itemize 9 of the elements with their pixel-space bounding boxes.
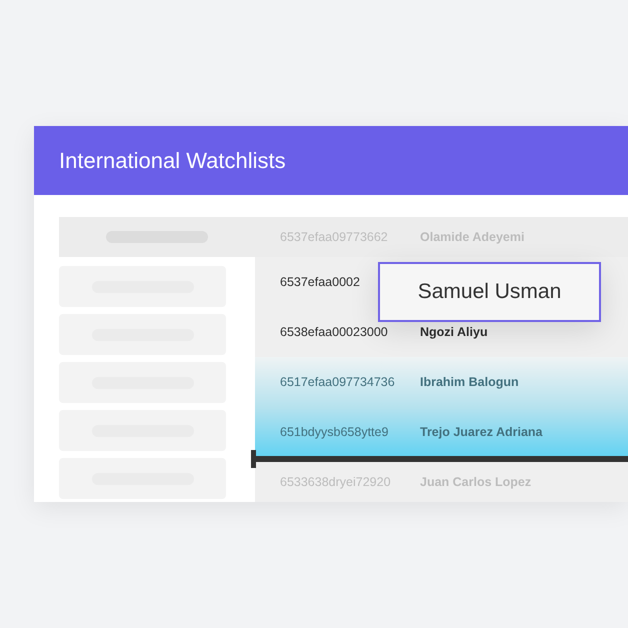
id-cell-text: 651bdyysb658ytte9 xyxy=(279,424,390,441)
window-title: International Watchlists xyxy=(34,126,628,195)
id-cell-text: 6538efaa00023000 xyxy=(279,324,389,341)
name-cell-text: Trejo Juarez Adriana xyxy=(420,424,542,441)
id-cell-text: 6537efaa0002 xyxy=(279,274,361,291)
name-cell-text: Ibrahim Balogun xyxy=(420,374,519,391)
name-tooltip: Samuel Usman xyxy=(378,262,601,322)
name-cell-text: Ngozi Aliyu xyxy=(420,324,488,341)
id-cell-text: 6517efaa097734736 xyxy=(279,374,396,391)
